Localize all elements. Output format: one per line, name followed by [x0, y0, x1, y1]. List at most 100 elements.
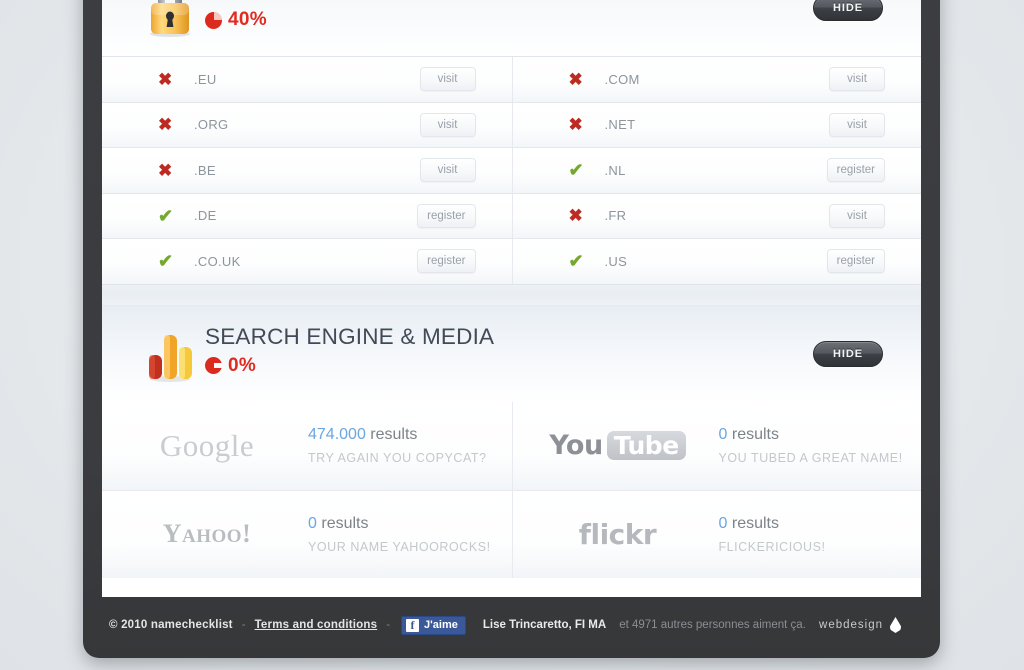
domain-entry: ✖ .ORG visit — [102, 103, 512, 148]
tld-label: .COM — [605, 72, 640, 87]
unavailable-icon: ✖ — [569, 71, 583, 88]
domain-availability-percent: 40% — [228, 9, 267, 31]
results-label: results — [321, 515, 368, 532]
result-count-line: 0 results — [308, 515, 491, 533]
copyright-text: © 2010 namechecklist — [109, 619, 233, 631]
pie-chart-icon — [205, 12, 222, 29]
unavailable-icon: ✖ — [158, 162, 172, 179]
table-row: ✔ .DE register ✖ .FR visit — [102, 193, 921, 239]
tld-label: .US — [605, 254, 628, 269]
facebook-like-button[interactable]: f J'aime — [401, 616, 466, 635]
yahoo-result-info: 0 results YOUR NAME YAHOOROCKS! — [308, 515, 491, 554]
section-title: SEARCH ENGINE & MEDIA — [205, 324, 494, 350]
hide-button-media[interactable]: HIDE — [813, 341, 883, 367]
unavailable-icon: ✖ — [158, 71, 172, 88]
footer-right-group: webdesign — [819, 617, 921, 633]
domain-entry: ✖ .BE visit — [102, 148, 512, 193]
visit-button[interactable]: visit — [829, 204, 885, 228]
table-row: ✖ .ORG visit ✖ .NET visit — [102, 102, 921, 148]
domain-entry: ✖ .FR visit — [512, 194, 922, 239]
youtube-logo-tube: Tube — [607, 431, 686, 460]
tld-label: .FR — [605, 208, 627, 223]
yahoo-logo: YAHOO! — [132, 510, 282, 558]
page-title: DOMAIN AVAILABILITY — [205, 0, 448, 4]
unavailable-icon: ✖ — [569, 207, 583, 224]
result-count-line: 474.000 results — [308, 426, 487, 444]
google-result-info: 474.000 results TRY AGAIN YOU COPYCAT? — [308, 426, 487, 465]
pie-chart-icon — [205, 357, 222, 374]
bar-chart-icon — [143, 322, 197, 384]
visit-button[interactable]: visit — [829, 67, 885, 91]
domain-availability-heading-group: DOMAIN AVAILABILITY 40% — [205, 0, 448, 31]
domain-availability-percent-group: 40% — [205, 9, 448, 31]
media-result-google: Google 474.000 results TRY AGAIN YOU COP… — [102, 402, 512, 490]
available-icon: ✔ — [158, 252, 173, 270]
search-engine-media-heading-group: SEARCH ENGINE & MEDIA 0% — [205, 324, 494, 377]
result-count: 474.000 — [308, 426, 366, 443]
media-result-flickr: flickr 0 results FLICKERICIOUS! — [512, 490, 922, 578]
domain-entry: ✖ .COM visit — [512, 57, 922, 102]
result-tagline: FLICKERICIOUS! — [719, 540, 826, 554]
youtube-logo: YouTube — [543, 422, 693, 470]
result-tagline: YOUR NAME YAHOOROCKS! — [308, 540, 491, 554]
tld-label: .BE — [194, 163, 216, 178]
table-row: ✖ .EU visit ✖ .COM visit — [102, 56, 921, 102]
register-button[interactable]: register — [827, 249, 885, 273]
result-count-line: 0 results — [719, 515, 826, 533]
domain-availability-table: ✖ .EU visit ✖ .COM visit ✖ .ORG visit ✖ — [102, 56, 921, 284]
visit-button[interactable]: visit — [829, 113, 885, 137]
search-engine-media-percent: 0% — [228, 355, 256, 377]
footer-left-group: © 2010 namechecklist - Terms and conditi… — [102, 616, 806, 635]
yahoo-logo-text: YAHOO! — [163, 519, 252, 549]
tld-label: .CO.UK — [194, 254, 241, 269]
facebook-liker-names: Lise Trincaretto, FI MA — [483, 619, 606, 631]
result-count: 0 — [719, 515, 728, 532]
visit-button[interactable]: visit — [420, 113, 476, 137]
visit-button[interactable]: visit — [420, 158, 476, 182]
google-logo: Google — [132, 422, 282, 470]
domain-entry: ✔ .NL register — [512, 148, 922, 193]
result-count: 0 — [308, 515, 317, 532]
unavailable-icon: ✖ — [158, 116, 172, 133]
tld-label: .EU — [194, 72, 217, 87]
content-card: DOMAIN AVAILABILITY 40% HIDE ✖ .EU visit — [102, 0, 921, 597]
search-engine-media-header: SEARCH ENGINE & MEDIA 0% HIDE — [102, 306, 921, 402]
visit-button[interactable]: visit — [420, 67, 476, 91]
results-label: results — [732, 515, 779, 532]
media-results-grid: Google 474.000 results TRY AGAIN YOU COP… — [102, 402, 921, 578]
domain-entry: ✔ .CO.UK register — [102, 239, 512, 284]
droplet-icon — [890, 617, 901, 633]
padlock-icon — [143, 0, 197, 38]
unavailable-icon: ✖ — [569, 116, 583, 133]
domain-entry: ✖ .EU visit — [102, 57, 512, 102]
domain-entry: ✔ .US register — [512, 239, 922, 284]
table-row: ✔ .CO.UK register ✔ .US register — [102, 238, 921, 284]
available-icon: ✔ — [569, 161, 584, 179]
section-search-engine-media: SEARCH ENGINE & MEDIA 0% HIDE Google 474… — [102, 306, 921, 578]
tld-label: .ORG — [194, 117, 228, 132]
domain-entry: ✔ .DE register — [102, 194, 512, 239]
results-label: results — [732, 426, 779, 443]
flickr-logo: flickr — [543, 510, 693, 558]
page-footer: © 2010 namechecklist - Terms and conditi… — [102, 597, 921, 653]
hide-button-domain[interactable]: HIDE — [813, 0, 883, 21]
facebook-icon: f — [406, 619, 419, 632]
register-button[interactable]: register — [417, 249, 475, 273]
result-tagline: TRY AGAIN YOU COPYCAT? — [308, 451, 487, 465]
media-result-yahoo: YAHOO! 0 results YOUR NAME YAHOOROCKS! — [102, 490, 512, 578]
register-button[interactable]: register — [417, 204, 475, 228]
domain-entry: ✖ .NET visit — [512, 103, 922, 148]
available-icon: ✔ — [569, 252, 584, 270]
tld-label: .NL — [605, 163, 626, 178]
result-count: 0 — [719, 426, 728, 443]
section-divider — [102, 284, 921, 306]
register-button[interactable]: register — [827, 158, 885, 182]
terms-and-conditions-link[interactable]: Terms and conditions — [255, 619, 378, 631]
result-tagline: YOU TUBED A GREAT NAME! — [719, 451, 903, 465]
footer-separator: - — [242, 619, 246, 631]
youtube-logo-you: You — [549, 430, 602, 461]
footer-separator: - — [386, 619, 390, 631]
youtube-result-info: 0 results YOU TUBED A GREAT NAME! — [719, 426, 903, 465]
table-row: ✖ .BE visit ✔ .NL register — [102, 147, 921, 193]
section-domain-availability: DOMAIN AVAILABILITY 40% HIDE ✖ .EU visit — [102, 0, 921, 284]
